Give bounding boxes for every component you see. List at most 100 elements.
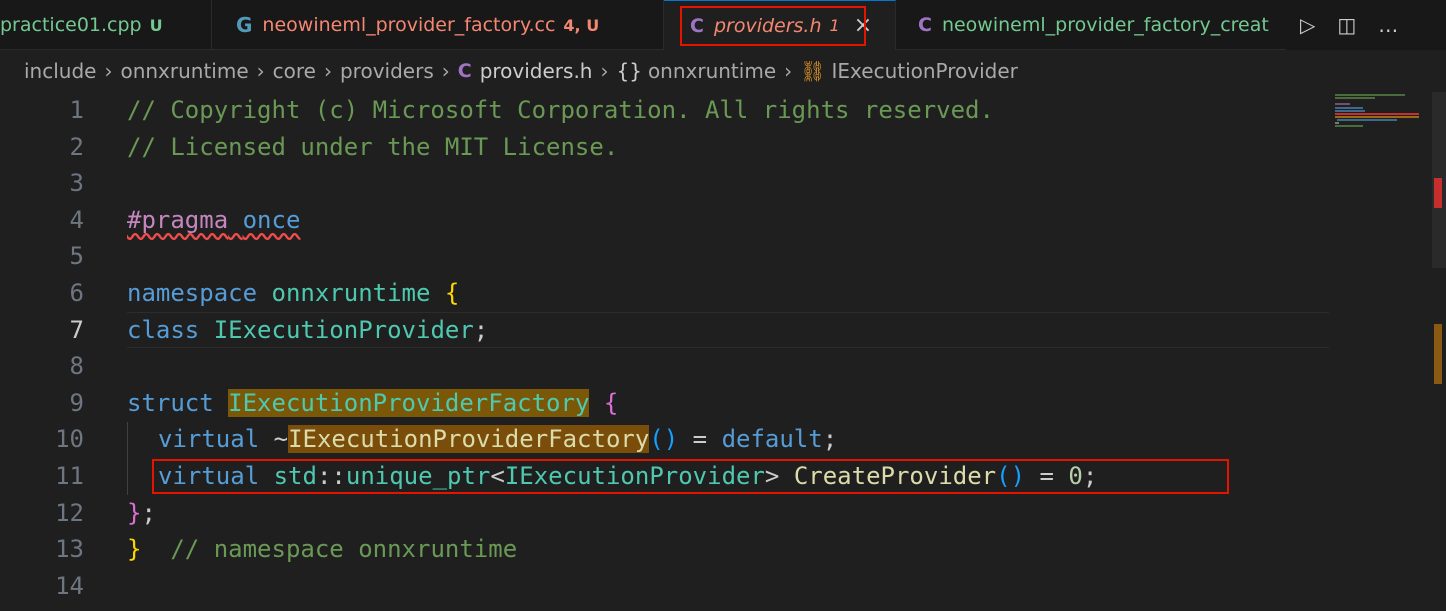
c-header-file-icon: C [918, 14, 932, 36]
brace: { [444, 279, 460, 307]
tab-neowineml-provider-factory-creat[interactable]: C neowineml_provider_factory_creat [896, 0, 1296, 50]
code-line: 1 // Copyright (c) Microsoft Corporation… [0, 92, 1330, 129]
struct-name: IExecutionProviderFactory [228, 388, 590, 417]
tab-label: providers.h [713, 14, 822, 37]
parens: () [649, 425, 679, 454]
more-actions-icon[interactable]: … [1378, 13, 1398, 37]
code-line: 8 [0, 348, 1330, 385]
breadcrumb-core[interactable]: core [273, 59, 316, 83]
brace: } [127, 535, 142, 564]
scope-operator: :: [316, 462, 346, 490]
tab-label: practice01.cpp [0, 14, 142, 36]
minimap-line [1335, 122, 1339, 124]
breadcrumb-iexecutionprovider[interactable]: IExecutionProvider [832, 59, 1018, 83]
chevron-right-icon: › [104, 59, 113, 83]
namespace-close: } // namespace onnxruntime [127, 531, 517, 568]
breadcrumb-providers-h[interactable]: providers.h [480, 59, 593, 83]
line-number: 1 [69, 96, 84, 124]
class-name: IExecutionProvider [213, 315, 474, 344]
comment: // namespace onnxruntime [170, 535, 518, 564]
c-header-file-icon: C [457, 60, 472, 82]
tab-practice01-cpp[interactable]: practice01.cpp U [0, 0, 212, 50]
line-number: 9 [69, 388, 84, 417]
method-name: CreateProvider [793, 462, 997, 490]
breadcrumb-providers[interactable]: providers [340, 59, 434, 83]
pragma-keyword: #pragma [127, 205, 229, 234]
keyword: virtual [158, 425, 260, 454]
run-icon[interactable]: ▷ [1300, 13, 1315, 37]
comment: // Copyright (c) Microsoft Corporation. … [127, 96, 994, 124]
code-line: 9 struct IExecutionProviderFactory { [0, 385, 1330, 422]
class-forward-declaration: class IExecutionProvider; [127, 312, 488, 349]
code-line: 14 [0, 568, 1330, 605]
tab-label: neowineml_provider_factory_creat [941, 14, 1269, 36]
tab-providers-h[interactable]: C providers.h 1 × [664, 0, 896, 50]
class-icon: ⛓ [800, 59, 826, 83]
struct-close: }; [127, 495, 156, 532]
line-number: 11 [55, 462, 84, 490]
close-icon[interactable]: × [854, 14, 872, 37]
minimap-line [1337, 119, 1397, 121]
minimap-line [1335, 116, 1419, 118]
type-name: IExecutionProvider [504, 462, 765, 490]
code-line: 12 }; [0, 495, 1330, 532]
parens: () [996, 462, 1026, 490]
editor-actions: ▷ ◫ … [1286, 0, 1446, 50]
line-number: 7 [69, 315, 84, 344]
line-number: 8 [69, 352, 84, 381]
tab-label: neowineml_provider_factory.cc [262, 14, 556, 36]
code-line: 4 #pragma once [0, 202, 1330, 239]
code-line: 5 [0, 238, 1330, 275]
minimap-line [1335, 110, 1365, 112]
semicolon: ; [141, 498, 156, 527]
method-declaration: virtual std::unique_ptr<IExecutionProvid… [158, 458, 1097, 495]
angle-bracket: > [764, 462, 780, 490]
line-number: 2 [69, 132, 84, 161]
breadcrumb-include[interactable]: include [24, 59, 96, 83]
minimap-line [1335, 94, 1405, 96]
code-editor[interactable]: 1 // Copyright (c) Microsoft Corporation… [0, 92, 1446, 611]
tab-neowineml-provider-factory-cc[interactable]: G neowineml_provider_factory.cc 4, U [212, 0, 664, 50]
semicolon: ; [822, 425, 838, 454]
angle-bracket: < [490, 462, 505, 490]
semicolon: ; [1082, 462, 1098, 490]
semicolon: ; [473, 315, 489, 344]
code-line-current: 7 class IExecutionProvider; [0, 311, 1330, 349]
code-line: 6 namespace onnxruntime { [0, 275, 1330, 312]
breadcrumb-onnxruntime-folder[interactable]: onnxruntime [120, 59, 248, 83]
split-editor-icon[interactable]: ◫ [1337, 13, 1356, 37]
code-line: 3 [0, 165, 1330, 202]
minimap-line [1335, 97, 1375, 99]
line-number: 13 [55, 535, 84, 564]
breadcrumb-onnxruntime-namespace[interactable]: onnxruntime [648, 59, 776, 83]
keyword: virtual [158, 462, 260, 490]
struct-declaration: struct IExecutionProviderFactory { [127, 385, 618, 422]
chevron-right-icon: › [784, 59, 793, 83]
code-line: 13 } // namespace onnxruntime [0, 531, 1330, 568]
destructor-declaration: virtual ~IExecutionProviderFactory() = d… [158, 421, 837, 458]
tab-badge: U [149, 15, 163, 35]
code-line: 2 // Licensed under the MIT License. [0, 129, 1330, 166]
line-number: 5 [69, 242, 84, 271]
keyword: struct [127, 388, 214, 417]
tilde: ~ [273, 425, 289, 454]
namespace-name: std [273, 462, 317, 490]
error-marker [1434, 178, 1442, 208]
operator: = [678, 425, 722, 454]
namespace-icon: {} [616, 59, 642, 83]
minimap[interactable] [1335, 92, 1419, 132]
breadcrumb: include › onnxruntime › core › providers… [0, 50, 1446, 92]
operator: = [1025, 462, 1069, 490]
comment: // Licensed under the MIT License. [127, 132, 619, 161]
namespace-name: onnxruntime [271, 279, 431, 307]
line-number: 12 [55, 498, 84, 527]
chevron-right-icon: › [600, 59, 609, 83]
line-number: 3 [69, 169, 84, 198]
vertical-scrollbar[interactable] [1432, 92, 1446, 611]
keyword: namespace [127, 279, 258, 307]
minimap-line [1335, 113, 1419, 115]
line-number: 4 [69, 205, 84, 234]
cpp-file-icon: G [236, 13, 253, 37]
chevron-right-icon: › [323, 59, 332, 83]
c-header-file-icon: C [690, 14, 704, 37]
